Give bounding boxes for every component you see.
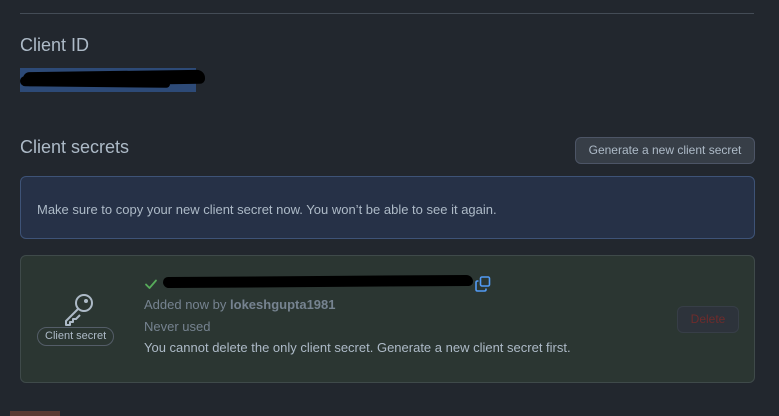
delete-secret-button[interactable]: Delete bbox=[677, 306, 739, 333]
cannot-delete-note: You cannot delete the only client secret… bbox=[144, 340, 571, 355]
added-by-user: lokeshgupta1981 bbox=[230, 297, 336, 312]
client-id-redaction bbox=[19, 76, 171, 88]
copy-icon[interactable] bbox=[474, 275, 492, 293]
client-secrets-heading: Client secrets bbox=[20, 137, 130, 157]
flash-message: Make sure to copy your new client secret… bbox=[37, 202, 497, 217]
generate-client-secret-button[interactable]: Generate a new client secret bbox=[575, 137, 755, 164]
oauth-app-settings: Client ID Client secrets Generate a new … bbox=[0, 0, 779, 416]
secret-added-info: Added now by lokeshgupta1981 bbox=[144, 297, 336, 312]
client-secret-value bbox=[162, 273, 474, 291]
secret-usage: Never used bbox=[144, 319, 211, 334]
client-id-value bbox=[19, 68, 206, 92]
key-icon bbox=[65, 294, 93, 326]
check-icon bbox=[145, 279, 157, 289]
section-divider bbox=[20, 13, 754, 14]
bottom-edge-strip bbox=[10, 411, 60, 416]
client-secret-label: Client secret bbox=[37, 327, 115, 346]
client-secret-card: Client secret Added now by lokeshgupta19… bbox=[20, 255, 755, 383]
client-id-heading: Client ID bbox=[20, 35, 90, 55]
added-prefix: Added now by bbox=[144, 297, 231, 312]
client-secret-redaction bbox=[162, 274, 474, 289]
flash-notice: Make sure to copy your new client secret… bbox=[20, 176, 755, 239]
